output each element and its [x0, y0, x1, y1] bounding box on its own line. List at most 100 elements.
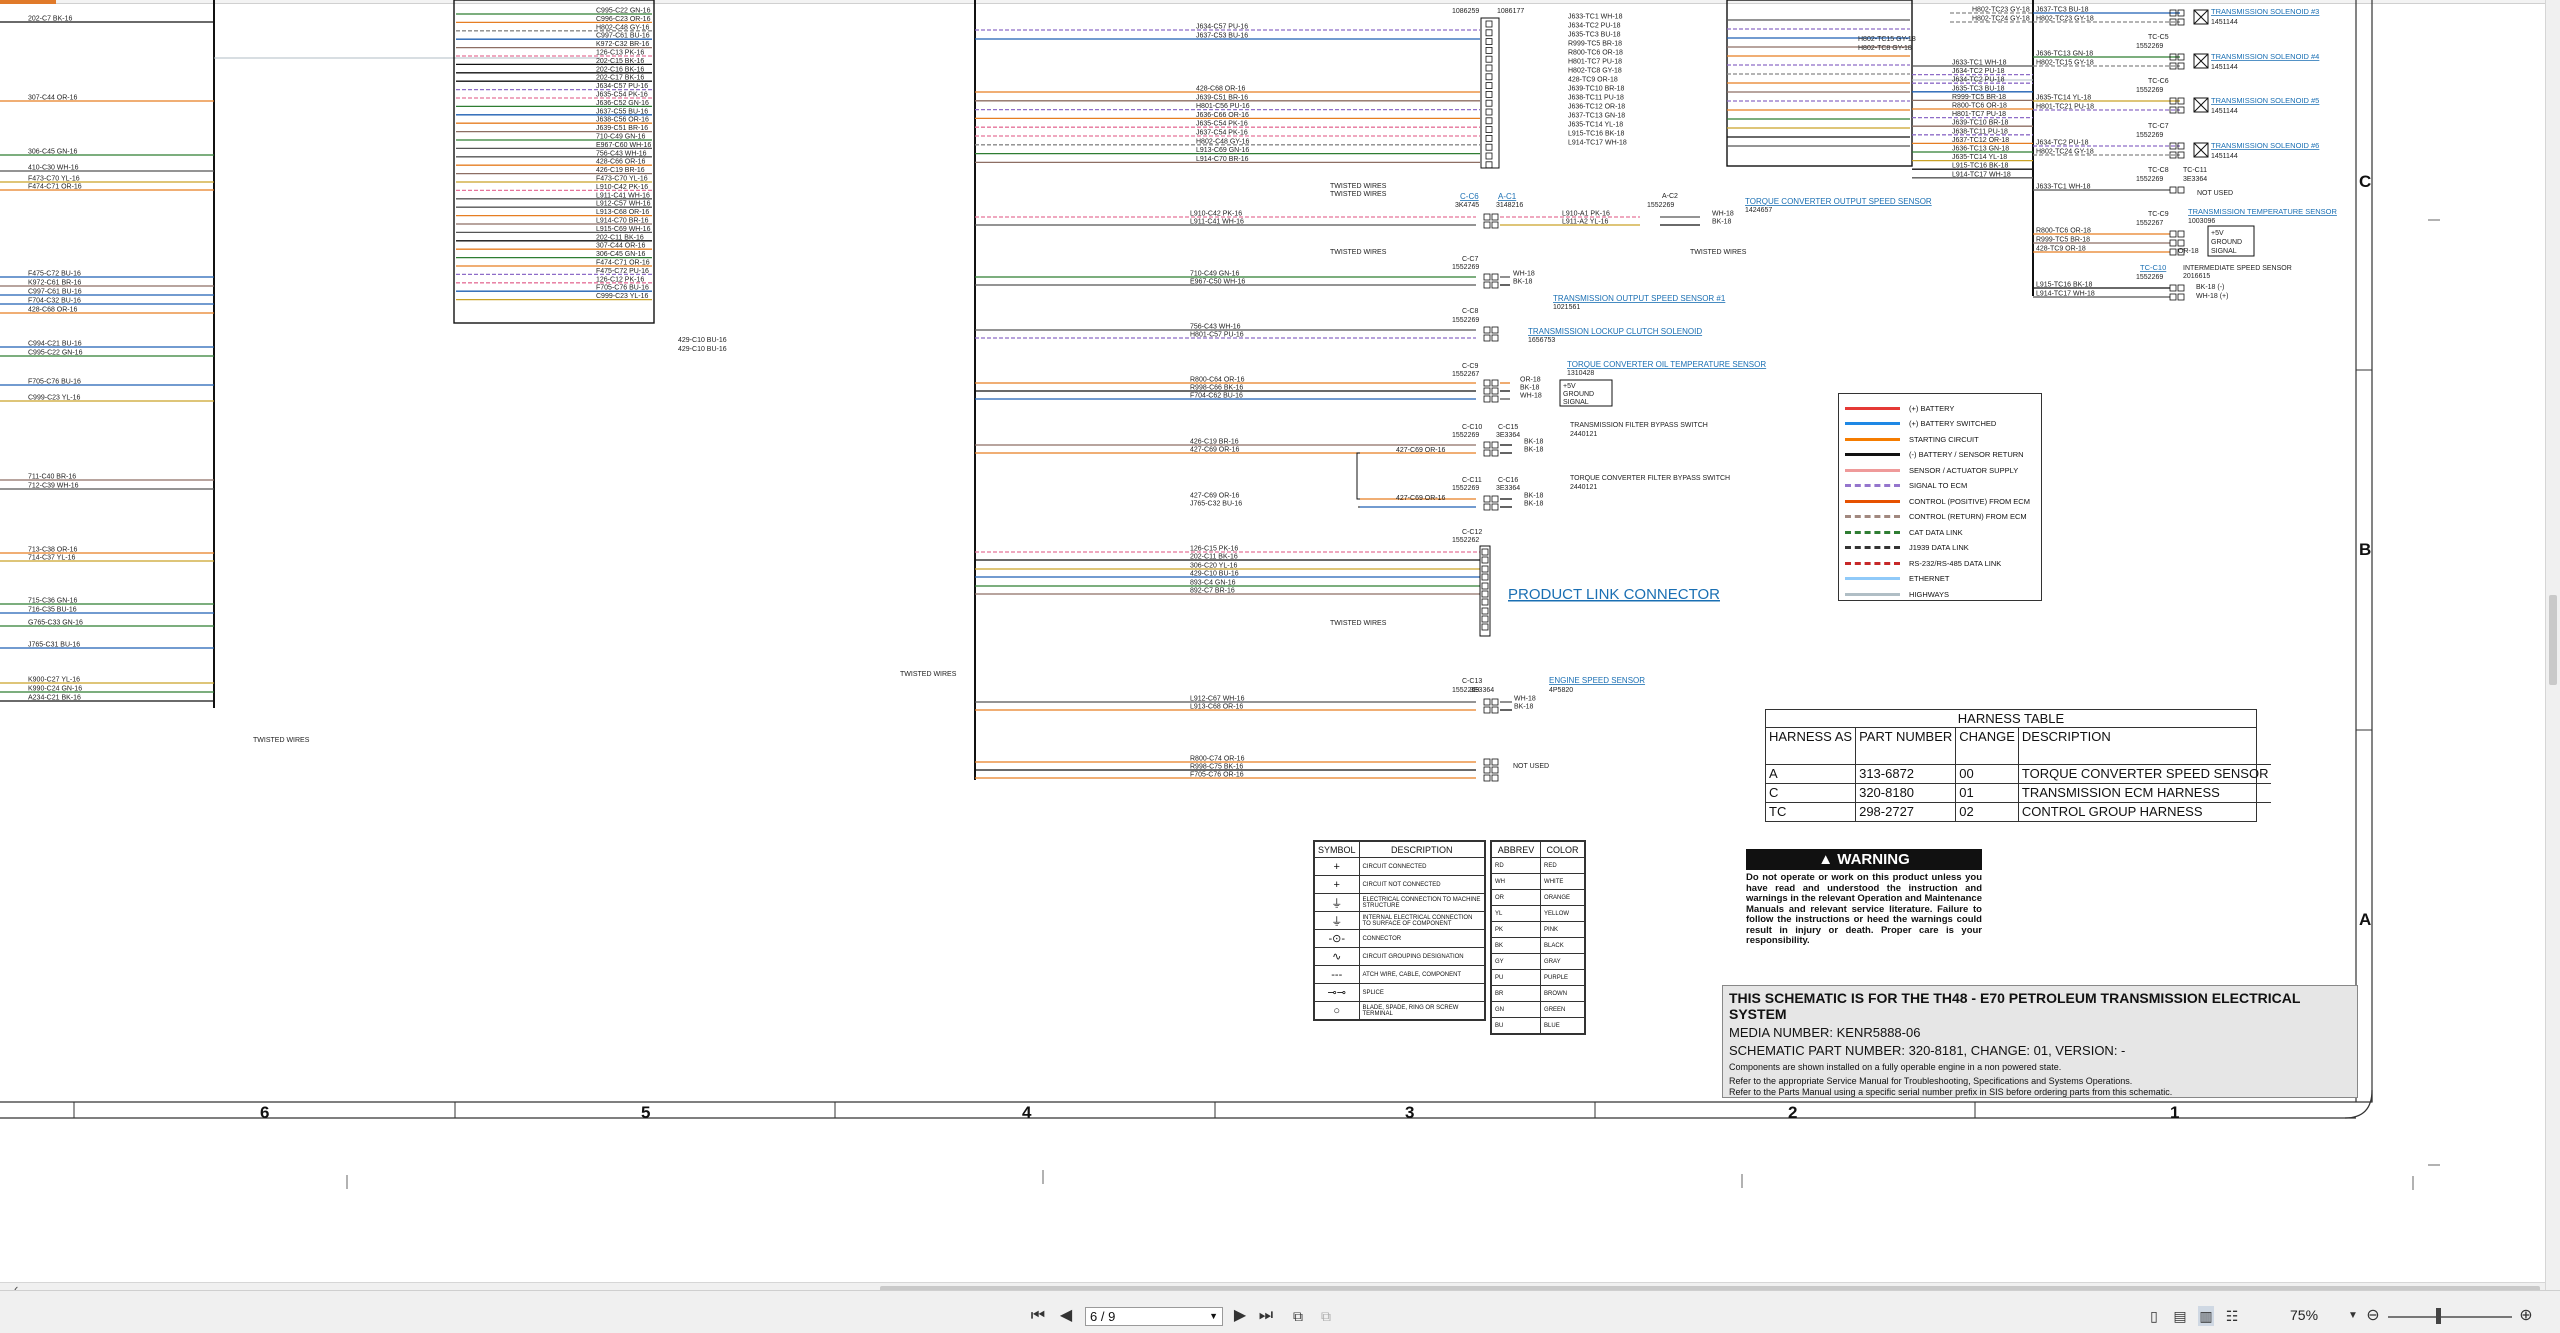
connector-a-c2-label: A-C2 — [1662, 193, 1678, 200]
connector-c-c13b-part: 3E3364 — [1470, 687, 1494, 694]
engine-speed-sensor-label[interactable]: ENGINE SPEED SENSOR — [1549, 676, 1645, 685]
two-page-continuous-view-icon[interactable]: ☷ — [2224, 1306, 2240, 1326]
continuous-view-icon[interactable]: ▤ — [2172, 1306, 2188, 1326]
previous-view-icon[interactable]: ⧉ — [1290, 1306, 1306, 1326]
harness-table-title: HARNESS TABLE — [1766, 710, 2256, 728]
zone-col-3: 3 — [1405, 1103, 1415, 1122]
zoom-level[interactable]: 75% — [2290, 1307, 2318, 1323]
engine-speed-sensor-part: 4P5820 — [1549, 687, 1573, 694]
temp-pin-signal: SIGNAL — [2211, 248, 2237, 255]
page-number-select[interactable]: 6 / 9 ▼ — [1085, 1307, 1223, 1326]
symbol-glyph: + — [1314, 875, 1360, 894]
symbol-row: ○ BLADE, SPADE, RING OR SCREW TERMINAL — [1314, 1001, 1486, 1020]
legend-label: ETHERNET — [1909, 574, 1950, 583]
harness-cell: 320-8180 — [1855, 783, 1957, 803]
connector-c-c6-label[interactable]: C-C6 — [1460, 192, 1479, 201]
next-view-icon[interactable]: ⧉ — [1318, 1306, 1334, 1326]
connector-c-c15-label: C-C15 — [1498, 424, 1518, 431]
vertical-scrollbar[interactable] — [2545, 0, 2560, 1290]
title-note-1: Components are shown installed on a full… — [1729, 1062, 2062, 1072]
product-link-connector-link[interactable]: PRODUCT LINK CONNECTOR — [1508, 586, 1720, 603]
legend-label: CONTROL (RETURN) FROM ECM — [1909, 512, 2027, 521]
connector-a-c1-label[interactable]: A-C1 — [1498, 192, 1517, 201]
legend-row: ETHERNET — [1845, 574, 1949, 584]
trans-temp-sensor-label[interactable]: TRANSMISSION TEMPERATURE SENSOR — [2188, 207, 2337, 216]
connector-1086259-label: 1086259 — [1452, 8, 1479, 15]
harness-cell: 02 — [1955, 802, 2019, 821]
harness-row: TC 298-2727 02 CONTROL GROUP HARNESS — [1766, 802, 2271, 821]
abbrev-cell: PK — [1490, 921, 1542, 938]
abbrev-cell: PU — [1490, 969, 1542, 986]
abbrev-cell: RED — [1540, 857, 1585, 874]
tc-c10-label[interactable]: TC-C10 — [2140, 263, 2166, 272]
abbrev-cell: BR — [1490, 985, 1542, 1002]
legend-label: SENSOR / ACTUATOR SUPPLY — [1909, 465, 2019, 475]
previous-page-icon[interactable]: ◀ — [1058, 1306, 1074, 1326]
media-number: MEDIA NUMBER: KENR5888-06 — [1729, 1025, 1921, 1040]
solenoid-4-part: 1451144 — [2211, 64, 2238, 71]
zoom-dropdown-icon[interactable]: ▼ — [2345, 1306, 2361, 1326]
symbol-row: ⏚ ELECTRICAL CONNECTION TO MACHINE STRUCT… — [1314, 893, 1486, 912]
symbol-description: BLADE, SPADE, RING OR SCREW TERMINAL — [1358, 1001, 1486, 1020]
warning-title: WARNING — [1837, 851, 1910, 868]
harness-row: A 313-6872 00 TORQUE CONVERTER SPEED SENSOR — [1766, 764, 2272, 784]
symbol-row: --- ATCH WIRE, CABLE, COMPONENT — [1314, 965, 1486, 984]
legend-label: CAT DATA LINK — [1909, 527, 1963, 537]
solenoid-5-part: 1451144 — [2211, 108, 2238, 115]
zoom-out-icon[interactable]: ⊖ — [2365, 1306, 2381, 1326]
harness-cell: A — [1766, 764, 1857, 784]
solenoid-4-label[interactable]: TRANSMISSION SOLENOID #4 — [2211, 52, 2319, 61]
abbrev-row: RD RED — [1490, 857, 1585, 874]
symbol-description: ATCH WIRE, CABLE, COMPONENT — [1358, 965, 1486, 984]
temp-pin-ground: GROUND — [2211, 239, 2242, 246]
trans-output-speed-sensor-label[interactable]: TRANSMISSION OUTPUT SPEED SENSOR #1 — [1553, 294, 1726, 303]
warning-box: ▲ WARNING Do not operate or work on this… — [1746, 849, 1982, 947]
lockup-clutch-solenoid-part: 1656753 — [1528, 337, 1555, 344]
symbol-glyph: ∿ — [1314, 947, 1360, 966]
two-page-view-icon[interactable]: ▥ — [2198, 1306, 2214, 1326]
solenoid-6-label[interactable]: TRANSMISSION SOLENOID #6 — [2211, 141, 2319, 150]
connector-c-c15-part: 3E3364 — [1496, 432, 1520, 439]
symbol-glyph: ⊸⊸ — [1314, 983, 1360, 1002]
zone-col-1: 1 — [2170, 1103, 2180, 1122]
harness-cell: 01 — [1955, 783, 2019, 803]
zoom-slider-track[interactable] — [2388, 1316, 2512, 1318]
vertical-scroll-thumb[interactable] — [2549, 595, 2557, 685]
connector-c-c12-part: 1552262 — [1452, 537, 1479, 544]
abbrev-cell: PINK — [1540, 921, 1585, 938]
legend-swatch — [1845, 499, 1900, 503]
tc-oil-temp-sensor-label[interactable]: TORQUE CONVERTER OIL TEMPERATURE SENSOR — [1567, 360, 1766, 369]
zone-col-6: 6 — [260, 1103, 270, 1122]
legend-row: SENSOR / ACTUATOR SUPPLY — [1845, 465, 2018, 475]
symbol-glyph: ⏚ — [1314, 893, 1360, 912]
single-page-view-icon[interactable]: ▯ — [2146, 1306, 2162, 1326]
zoom-in-icon[interactable]: ⊕ — [2518, 1306, 2534, 1326]
tc-c9-label: TC-C9 — [2148, 211, 2169, 218]
next-page-icon[interactable]: ▶ — [1232, 1306, 1248, 1326]
legend-row: J1939 DATA LINK — [1845, 543, 1969, 553]
tc-output-speed-sensor-label[interactable]: TORQUE CONVERTER OUTPUT SPEED SENSOR — [1745, 197, 1932, 206]
lockup-clutch-solenoid-label[interactable]: TRANSMISSION LOCKUP CLUTCH SOLENOID — [1528, 327, 1702, 336]
legend-row: (+) BATTERY SWITCHED — [1845, 419, 1996, 429]
zone-col-4: 4 — [1022, 1103, 1032, 1122]
zoom-slider-thumb[interactable] — [2436, 1308, 2441, 1324]
connector-c-c8-label: C-C8 — [1462, 308, 1478, 315]
document-viewport[interactable]: 202-C7 BK-16 307-C44 OR-16 306-C45 GN-16 41… — [0, 0, 2560, 1290]
symbol-description: ELECTRICAL CONNECTION TO MACHINE STRUCTU… — [1358, 893, 1486, 912]
first-page-icon[interactable]: ⏮ — [1030, 1306, 1046, 1326]
abbrev-cell: YL — [1490, 905, 1542, 922]
abbrev-cell: RD — [1490, 857, 1542, 874]
int-speed-sensor-label: INTERMEDIATE SPEED SENSOR — [2183, 265, 2292, 272]
abbrev-row: BR BROWN — [1490, 985, 1585, 1002]
solenoid-3-label[interactable]: TRANSMISSION SOLENOID #3 — [2211, 7, 2319, 16]
abbrev-row: PK PINK — [1490, 921, 1585, 938]
harness-row: C 320-8180 01 TRANSMISSION ECM HARNESS — [1766, 783, 2272, 803]
last-page-icon[interactable]: ⏭ — [1258, 1306, 1274, 1326]
abbrev-cell: BROWN — [1540, 985, 1585, 1002]
legend-row: RS-232/RS-485 DATA LINK — [1845, 558, 2001, 568]
symbol-glyph: -⊙- — [1314, 929, 1360, 948]
connector-c-c6-part: 3K4745 — [1455, 202, 1479, 209]
legend-swatch — [1845, 453, 1900, 456]
symbol-table: SYMBOL DESCRIPTION + CIRCUIT CONNECTED + CI… — [1313, 840, 1486, 1021]
solenoid-5-label[interactable]: TRANSMISSION SOLENOID #5 — [2211, 96, 2319, 105]
